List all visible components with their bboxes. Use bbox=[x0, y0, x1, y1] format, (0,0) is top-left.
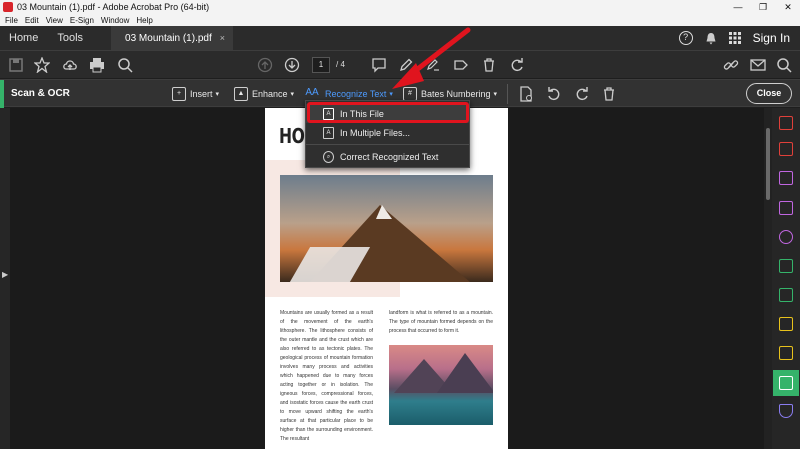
scan-ocr-icon[interactable] bbox=[779, 376, 793, 390]
acrobat-logo-icon bbox=[3, 2, 13, 12]
minimize-button[interactable]: — bbox=[727, 0, 749, 14]
trash-icon[interactable] bbox=[481, 57, 497, 73]
insert-page-icon: + bbox=[172, 86, 186, 101]
edit-pdf-icon[interactable] bbox=[779, 171, 793, 185]
print-icon[interactable] bbox=[89, 57, 105, 73]
document-tab-label: 03 Mountain (1).pdf bbox=[125, 32, 212, 44]
window-title: 03 Mountain (1).pdf - Adobe Acrobat Pro … bbox=[17, 2, 210, 12]
menu-help[interactable]: Help bbox=[136, 16, 152, 25]
text-column-left: Mountains are usually formed as a result… bbox=[280, 310, 373, 442]
tab-tools[interactable]: Tools bbox=[57, 32, 83, 44]
help-icon[interactable]: ? bbox=[678, 31, 693, 45]
menu-divider bbox=[306, 144, 469, 145]
save-icon[interactable] bbox=[8, 57, 24, 73]
bell-icon[interactable] bbox=[705, 32, 717, 45]
apps-grid-icon[interactable] bbox=[728, 32, 741, 44]
cloud-upload-icon[interactable] bbox=[62, 57, 78, 73]
highlight-box bbox=[307, 102, 469, 123]
annotation-arrow-icon bbox=[392, 27, 471, 89]
maximize-button[interactable]: ❐ bbox=[752, 0, 774, 14]
star-icon[interactable] bbox=[34, 57, 50, 73]
enhance-icon: ▲ bbox=[234, 86, 248, 101]
insert-label: Insert bbox=[190, 88, 213, 99]
insert-menu[interactable]: + Insert ▾ bbox=[172, 80, 219, 107]
correct-recognized-text-item[interactable]: ⌕ Correct Recognized Text bbox=[306, 147, 469, 166]
menu-window[interactable]: Window bbox=[101, 16, 129, 25]
search-icon[interactable] bbox=[776, 57, 792, 73]
in-multiple-files-label: In Multiple Files... bbox=[340, 127, 411, 138]
link-share-icon[interactable] bbox=[723, 57, 739, 73]
text-column-right: landform is what is referred to as a mou… bbox=[389, 310, 493, 334]
rotate-left-icon[interactable] bbox=[546, 86, 562, 102]
enhance-label: Enhance bbox=[252, 88, 288, 99]
zoom-search-icon[interactable] bbox=[117, 57, 133, 73]
menu-file[interactable]: File bbox=[5, 16, 18, 25]
fill-sign-tool-icon[interactable] bbox=[779, 230, 793, 244]
organize-pages-icon[interactable] bbox=[779, 288, 793, 302]
redo-icon[interactable] bbox=[509, 57, 525, 73]
email-icon[interactable] bbox=[750, 57, 766, 73]
page-total: / 4 bbox=[336, 60, 345, 69]
enhance-menu[interactable]: ▲ Enhance ▾ bbox=[234, 80, 294, 107]
close-tool-button[interactable]: Close bbox=[746, 83, 792, 104]
request-signature-icon[interactable] bbox=[779, 201, 793, 215]
scrollbar-thumb[interactable] bbox=[766, 128, 770, 200]
chevron-down-icon: ▾ bbox=[493, 90, 498, 98]
window-titlebar: 03 Mountain (1).pdf - Adobe Acrobat Pro … bbox=[0, 0, 800, 14]
in-multiple-files-item[interactable]: A In Multiple Files... bbox=[306, 123, 469, 142]
multiple-documents-icon: A bbox=[323, 126, 334, 139]
correct-recognized-text-label: Correct Recognized Text bbox=[340, 151, 439, 162]
left-pane-toggle[interactable]: ▶ bbox=[0, 108, 10, 449]
tool-accent-strip bbox=[0, 80, 4, 108]
mountain-snowcap bbox=[376, 205, 392, 219]
create-pdf-icon[interactable] bbox=[779, 142, 793, 156]
lake-photo bbox=[389, 345, 493, 425]
tab-document[interactable]: 03 Mountain (1).pdf × bbox=[111, 26, 234, 50]
lake-mountain-right bbox=[437, 353, 493, 393]
close-window-button[interactable]: ✕ bbox=[777, 0, 799, 14]
protect-icon[interactable] bbox=[779, 404, 793, 418]
delete-page-icon[interactable] bbox=[601, 86, 617, 102]
page-settings-icon[interactable] bbox=[518, 86, 534, 102]
chevron-down-icon: ▾ bbox=[215, 90, 220, 98]
right-tools-rail bbox=[772, 108, 800, 449]
account-area: ? Sign In bbox=[678, 26, 790, 50]
recognize-text-label: Recognize Text bbox=[325, 88, 387, 99]
combine-files-icon[interactable] bbox=[779, 259, 793, 273]
vertical-scrollbar[interactable] bbox=[764, 108, 772, 449]
mountain-photo bbox=[280, 175, 493, 282]
comment-tool-icon[interactable] bbox=[779, 346, 793, 360]
tool-title: Scan & OCR bbox=[11, 88, 70, 99]
menu-edit[interactable]: Edit bbox=[25, 16, 39, 25]
chevron-down-icon: ▾ bbox=[290, 90, 295, 98]
menu-view[interactable]: View bbox=[46, 16, 63, 25]
menu-esign[interactable]: E-Sign bbox=[70, 16, 94, 25]
tab-home[interactable]: Home bbox=[9, 32, 38, 44]
page-up-icon[interactable] bbox=[257, 57, 273, 73]
expand-arrow-icon[interactable]: ▶ bbox=[2, 270, 8, 279]
close-tab-icon[interactable]: × bbox=[220, 33, 225, 43]
export-pdf-icon[interactable] bbox=[779, 116, 793, 130]
page-down-icon[interactable] bbox=[284, 57, 300, 73]
send-for-review-icon[interactable] bbox=[779, 317, 793, 331]
rotate-right-icon[interactable] bbox=[574, 86, 590, 102]
magnifier-icon: ⌕ bbox=[323, 150, 334, 163]
page-number-input[interactable]: 1 bbox=[312, 57, 330, 73]
sign-in-link[interactable]: Sign In bbox=[753, 31, 790, 45]
recognize-text-icon: AA bbox=[305, 86, 319, 98]
divider bbox=[507, 84, 508, 104]
